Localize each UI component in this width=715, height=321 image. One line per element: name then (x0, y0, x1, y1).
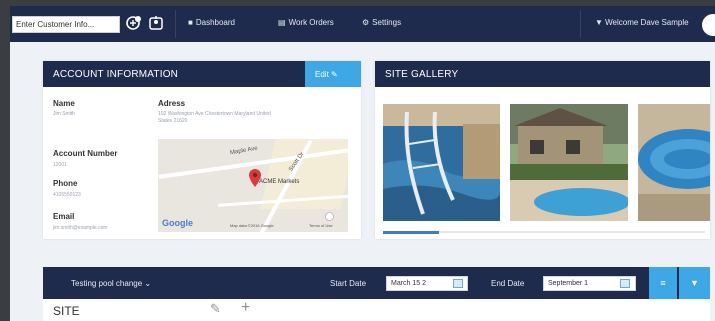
end-date-label: End Date (491, 279, 525, 288)
filter-button[interactable]: ▼ (679, 267, 710, 299)
gallery-photo[interactable] (383, 104, 500, 221)
map-terms-link[interactable]: Terms of Use (309, 223, 333, 228)
nav-settings-label: Settings (372, 18, 402, 27)
caret-down-icon: ▼ (595, 18, 606, 27)
gallery-card-header: SITE GALLERY (375, 61, 710, 87)
nav-work-orders-link[interactable]: ▤ Work Orders (278, 18, 334, 27)
nav-divider (175, 10, 176, 38)
phone-value: 4105550123 (53, 192, 81, 198)
google-logo: Google (162, 218, 193, 228)
calendar-icon[interactable] (620, 279, 630, 288)
work-orders-icon: ▤ (278, 18, 286, 27)
filter-list-button[interactable]: ≡ (649, 267, 677, 299)
start-date-label: Start Date (330, 279, 367, 288)
address-value-line1: 102 Washington Ave Chestertown Maryland … (158, 111, 271, 117)
site-title: SITE (53, 304, 80, 318)
address-value-line2: States 21620 (158, 118, 188, 124)
email-label: Email (53, 212, 75, 221)
user-menu[interactable]: ▼ Welcome Dave Sample (595, 18, 689, 27)
plus-icon[interactable]: + (241, 299, 250, 317)
map-zoom-control-icon[interactable] (325, 212, 334, 221)
edit-label: Edit (315, 70, 329, 79)
end-date-input[interactable]: September 1 (543, 276, 636, 291)
site-gallery-card: SITE GALLERY (375, 61, 710, 239)
nav-dashboard-link[interactable]: ■ Dashboard (188, 18, 235, 27)
address-label: Adress (158, 99, 186, 108)
help-bubble[interactable] (702, 14, 715, 36)
pencil-icon[interactable]: ✎ (210, 301, 221, 317)
location-map[interactable]: Maple Ave Scott Dr ACME Markets Google M… (158, 139, 348, 232)
gallery-card-title: SITE GALLERY (385, 69, 459, 80)
gallery-photo[interactable] (510, 104, 628, 221)
email-value: jim.smith@example.com (53, 225, 108, 231)
list-icon: ≡ (660, 278, 666, 288)
calendar-icon[interactable] (453, 279, 463, 288)
account-information-card: ACCOUNT INFORMATION Edit ✎ Name Jim Smit… (43, 61, 361, 239)
add-location-icon[interactable] (124, 14, 144, 34)
name-label: Name (53, 99, 75, 108)
site-select-value: Testing pool change (71, 279, 143, 288)
nav-settings-link[interactable]: ⚙ Settings (362, 18, 401, 27)
gallery-scrollbar-thumb[interactable] (383, 231, 439, 234)
nav-divider (580, 10, 581, 38)
filter-icon: ▼ (690, 278, 699, 288)
top-navigation-bar: Enter Customer Info... ■ Dashboard ▤ Work … (10, 6, 715, 42)
chevron-down-icon: ⌄ (144, 279, 152, 288)
pencil-icon: ✎ (331, 70, 338, 79)
gallery-photo[interactable] (638, 104, 710, 221)
edit-account-button[interactable]: Edit ✎ (305, 61, 361, 87)
customer-search-input[interactable]: Enter Customer Info... (12, 16, 120, 33)
filter-bar: Testing pool change ⌄ Start Date March 1… (43, 267, 710, 299)
name-value: Jim Smith (53, 111, 75, 117)
user-info-icon[interactable] (146, 14, 166, 34)
nav-dashboard-label: Dashboard (195, 18, 235, 27)
site-select-dropdown[interactable]: Testing pool change ⌄ (71, 279, 151, 288)
welcome-text: Welcome Dave Sample (605, 18, 689, 27)
account-number-label: Account Number (53, 149, 118, 158)
account-card-title: ACCOUNT INFORMATION (53, 69, 179, 80)
end-date-value: September 1 (548, 280, 589, 287)
account-number-value: 12001 (53, 162, 67, 168)
nav-work-orders-label: Work Orders (288, 18, 334, 27)
start-date-value: March 15 2 (391, 280, 427, 287)
site-section: SITE ✎ + (43, 299, 710, 321)
map-place-label: ACME Markets (259, 179, 300, 185)
settings-icon: ⚙ (362, 18, 370, 27)
phone-label: Phone (53, 179, 78, 188)
map-data-text: Map data ©2016 Google (230, 223, 274, 228)
dashboard-icon: ■ (188, 18, 193, 27)
start-date-input[interactable]: March 15 2 (386, 276, 468, 291)
map-road-label: Maple Ave (229, 145, 259, 157)
app-window: Enter Customer Info... ■ Dashboard ▤ Work … (10, 6, 715, 321)
